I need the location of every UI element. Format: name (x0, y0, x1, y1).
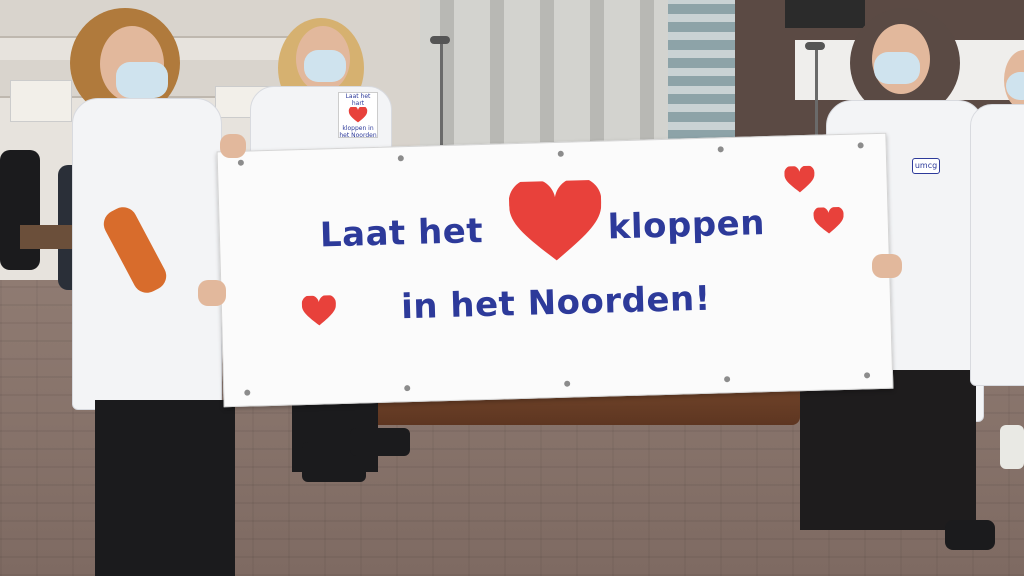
flyer-line: kloppen in (342, 125, 374, 132)
grommet (857, 142, 864, 149)
shoe (945, 520, 995, 550)
small-heart-icon (813, 206, 844, 234)
glass-tower (668, 0, 738, 140)
window (785, 0, 865, 28)
grommet (724, 376, 731, 383)
grommet (397, 155, 404, 162)
hand (198, 280, 226, 306)
grommet (717, 146, 724, 153)
black-trousers (95, 400, 235, 576)
grommet (404, 385, 411, 392)
sneaker (1000, 425, 1024, 469)
flyer-line: Laat het hart (345, 93, 371, 107)
lab-coat (970, 104, 1024, 386)
grommet (244, 389, 251, 396)
street-lamp (815, 46, 818, 142)
building-middle (420, 0, 670, 150)
flyer-line: het Noorden (339, 132, 377, 139)
facade-stripe (590, 0, 604, 150)
bystander (0, 150, 40, 270)
grommet (557, 150, 564, 157)
heart-icon (348, 106, 368, 123)
grommet (237, 159, 244, 166)
small-heart-icon (784, 165, 815, 193)
flyer: Laat het hart kloppen in het Noorden (338, 92, 378, 139)
boot (350, 428, 410, 456)
facade-stripe (540, 0, 554, 150)
facade-stripe (490, 0, 504, 150)
banner-text-kloppen: kloppen (607, 203, 766, 248)
hand (872, 254, 902, 278)
face-mask (116, 62, 168, 98)
small-heart-icon (301, 295, 336, 326)
face-mask (304, 50, 346, 82)
photo-scene: Laat het hart kloppen in het Noorden umc… (0, 0, 1024, 576)
street-lamp (440, 40, 443, 150)
banner-text-laat-het: Laat het (319, 211, 484, 256)
lamp-head (805, 42, 825, 50)
facade-stripe (640, 0, 654, 150)
black-skirt (800, 370, 976, 530)
name-badge: umcg (912, 158, 940, 174)
grommet (564, 380, 571, 387)
window (10, 80, 72, 122)
hand (220, 134, 246, 158)
protest-banner: Laat het kloppen in het Noorden! (216, 132, 894, 408)
face-mask (874, 52, 920, 84)
big-heart-icon (508, 179, 602, 261)
lamp-head (430, 36, 450, 44)
grommet (863, 372, 871, 379)
